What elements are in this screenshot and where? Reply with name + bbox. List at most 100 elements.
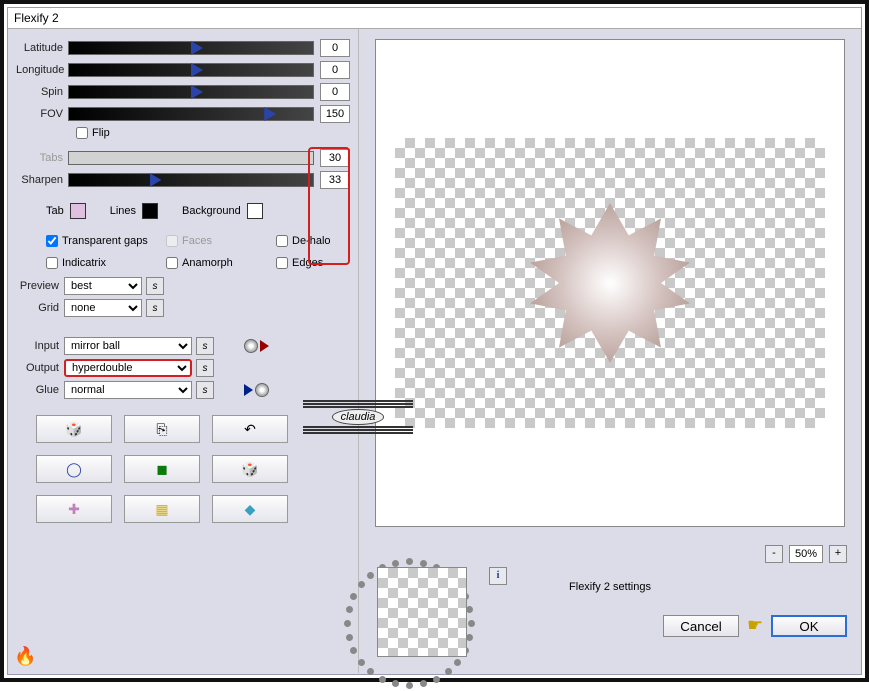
preset-btn-undo[interactable]: ↶ [212,415,288,443]
watermark-text: claudia [332,409,385,425]
highlight-values [308,147,350,265]
output-label: Output [16,362,64,374]
preview-pane[interactable] [375,39,845,527]
watermark: claudia [303,399,413,435]
sharpen-label: Sharpen [16,174,68,186]
play-icon [244,384,253,396]
grid-row: Grid none s [16,299,350,317]
output-row: Output hyperdouble s [16,359,350,377]
preview-settings-icon[interactable]: s [146,277,164,295]
bg-color-swatch[interactable] [247,203,263,219]
fov-label: FOV [16,108,68,120]
tabs-slider [68,151,314,165]
lines-color-swatch[interactable] [142,203,158,219]
input-label: Input [16,340,64,352]
tabs-row: Tabs 30 [16,149,350,167]
preset-btn-gem[interactable]: ◆ [212,495,288,523]
window: Flexify 2 Latitude 0 Longitude 0 Spin 0 … [7,7,862,675]
flame-icon[interactable]: 🔥 [14,646,36,667]
input-settings-icon[interactable]: s [196,337,214,355]
tab-swatch-label: Tab [46,205,64,217]
slider-thumb[interactable] [191,63,203,77]
spin-row: Spin 0 [16,83,350,101]
zoom-out-button[interactable]: - [765,545,783,563]
dialog-buttons: Cancel ☛ OK [373,615,847,637]
output-select[interactable]: hyperdouble [64,359,192,377]
slider-thumb[interactable] [150,173,162,187]
input-row: Input mirror ball s [16,337,350,355]
indicatrix-check[interactable]: Indicatrix [46,257,166,269]
preset-btn-dice[interactable]: 🎲 [212,455,288,483]
bottom-bar: - 50% + Flexify 2 settings Cancel ☛ OK [359,539,861,643]
preview-select[interactable]: best [64,277,142,295]
latitude-value[interactable]: 0 [320,39,350,57]
flip-row: Flip [76,127,350,139]
preview-label: Preview [16,280,64,292]
play-red-button[interactable] [244,339,269,353]
anamorph-check[interactable]: Anamorph [166,257,276,269]
latitude-row: Latitude 0 [16,39,350,57]
sharpen-slider[interactable] [68,173,314,187]
output-settings-icon[interactable]: s [196,359,214,377]
slider-thumb[interactable] [264,107,276,121]
preview-panel: claudia i ^ - 50% + Flexify 2 settings C… [358,29,861,673]
zoom-controls: - 50% + [373,545,847,563]
transparent-gaps-check[interactable]: Transparent gaps [46,235,166,247]
controls-panel: Latitude 0 Longitude 0 Spin 0 FOV 150 Fl… [8,29,358,673]
preset-btn-square[interactable]: ◼ [124,455,200,483]
play-icon [260,340,269,352]
spin-label: Spin [16,86,68,98]
tabs-label: Tabs [16,152,68,164]
zoom-pct[interactable]: 50% [789,545,823,563]
latitude-label: Latitude [16,42,68,54]
cancel-button[interactable]: Cancel [663,615,739,637]
input-select[interactable]: mirror ball [64,337,192,355]
flip-checkbox[interactable] [76,127,88,139]
grid-settings-icon[interactable]: s [146,299,164,317]
settings-caption: Flexify 2 settings [373,581,847,593]
glue-settings-icon[interactable]: s [196,381,214,399]
content: Latitude 0 Longitude 0 Spin 0 FOV 150 Fl… [8,29,861,673]
play-blue-button[interactable] [244,383,269,397]
longitude-slider[interactable] [68,63,314,77]
preset-btn-plus[interactable]: ✚ [36,495,112,523]
fov-slider[interactable] [68,107,314,121]
preset-btn-1[interactable]: 🎲 [36,415,112,443]
longitude-row: Longitude 0 [16,61,350,79]
fov-value[interactable]: 150 [320,105,350,123]
spin-slider[interactable] [68,85,314,99]
lines-swatch-label: Lines [110,205,136,217]
glue-row: Glue normal s [16,381,350,399]
glue-select[interactable]: normal [64,381,192,399]
spin-value[interactable]: 0 [320,83,350,101]
app-frame: Flexify 2 Latitude 0 Longitude 0 Spin 0 … [0,0,869,682]
swatch-row: Tab Lines Background [46,203,350,219]
preview-row: Preview best s [16,277,350,295]
checkbox-grid: Transparent gaps Faces De-halo Indicatri… [46,235,350,269]
fov-row: FOV 150 [16,105,350,123]
faces-check: Faces [166,235,276,247]
preset-btn-ring[interactable]: ◯ [36,455,112,483]
ok-button[interactable]: OK [771,615,847,637]
zoom-in-button[interactable]: + [829,545,847,563]
grid-label: Grid [16,302,64,314]
longitude-label: Longitude [16,64,68,76]
glue-label: Glue [16,384,64,396]
flip-label: Flip [92,127,110,139]
sharpen-row: Sharpen 33 [16,171,350,189]
tab-color-swatch[interactable] [70,203,86,219]
checker-bg [395,138,825,428]
slider-thumb[interactable] [191,41,203,55]
longitude-value[interactable]: 0 [320,61,350,79]
latitude-slider[interactable] [68,41,314,55]
slider-thumb[interactable] [191,85,203,99]
grid-select[interactable]: none [64,299,142,317]
preset-btn-lego[interactable]: ▦ [124,495,200,523]
pointing-hand-icon: ☛ [747,615,763,636]
disc-icon [255,383,269,397]
window-title: Flexify 2 [8,8,861,29]
rendered-shape [525,198,695,368]
preset-btn-copy[interactable]: ⎘ [124,415,200,443]
bg-swatch-label: Background [182,205,241,217]
disc-icon [244,339,258,353]
